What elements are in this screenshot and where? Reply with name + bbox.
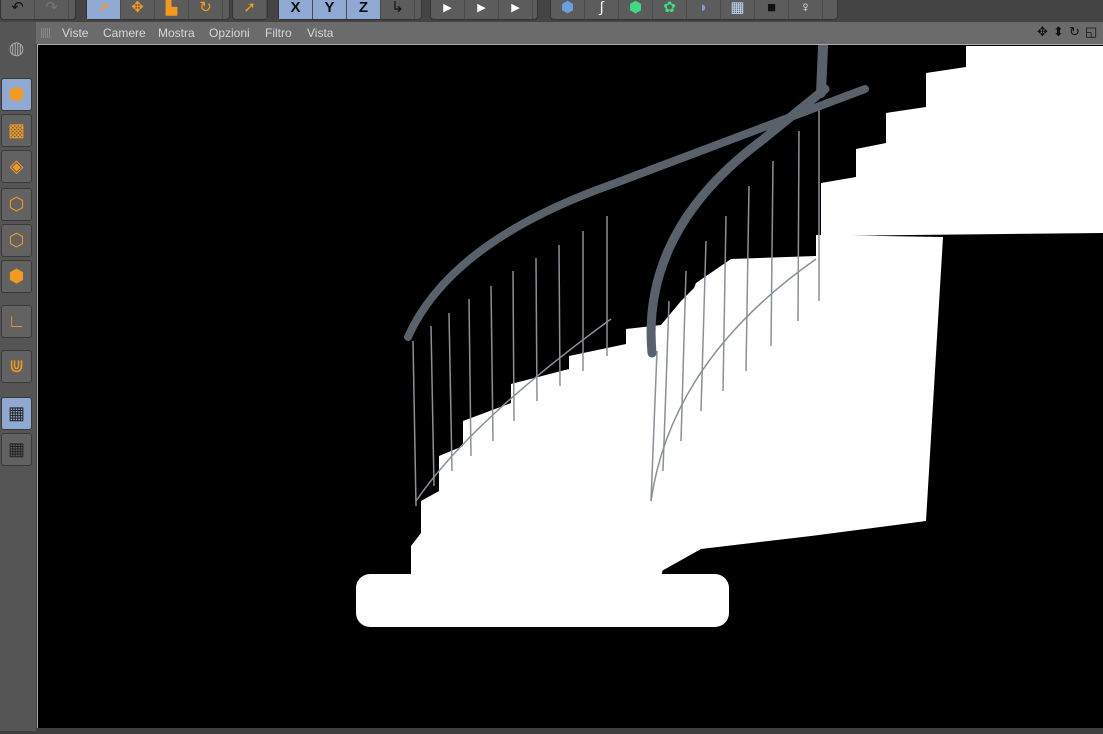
pan-icon[interactable]: ✥ xyxy=(1037,24,1048,40)
3d-viewport[interactable] xyxy=(37,42,1103,728)
undo-group: ↶ ↷ xyxy=(0,0,76,20)
coordinate-system-icon[interactable]: ↳ xyxy=(381,0,415,19)
light-icon[interactable]: ♀ xyxy=(789,0,823,19)
z-axis-lock-icon[interactable]: Z xyxy=(347,0,381,19)
objects-group: ⬢ ∫ ⬢ ✿ ◗ ▦ ■ ♀ xyxy=(550,0,838,20)
render-view-icon[interactable]: ▶ xyxy=(431,0,465,19)
nurbs-icon[interactable]: ⬢ xyxy=(619,0,653,19)
render-group: ▶ ▶ ▶ xyxy=(430,0,538,20)
y-axis-lock-icon[interactable]: Y xyxy=(313,0,347,19)
undo-icon[interactable]: ↶ xyxy=(1,0,35,19)
move-icon[interactable]: ✥ xyxy=(121,0,155,19)
menu-opzioni[interactable]: Opzioni xyxy=(209,26,250,40)
planar-workplane-icon[interactable]: ▦ xyxy=(1,433,32,466)
polygons-mode-icon[interactable]: ⬢ xyxy=(1,260,32,293)
curved-wall xyxy=(651,235,943,577)
workplane-mode-icon[interactable]: ◈ xyxy=(1,150,32,183)
live-select-icon[interactable]: ➚ xyxy=(87,0,121,19)
menu-viste[interactable]: Viste xyxy=(62,26,88,40)
last-tool-group: ➚ xyxy=(232,0,268,20)
zoom-dolly-icon[interactable]: ⬍ xyxy=(1053,24,1064,40)
floor-environment-icon[interactable]: ▦ xyxy=(721,0,755,19)
axis-group: X Y Z ↳ xyxy=(278,0,422,20)
camera-icon[interactable]: ■ xyxy=(755,0,789,19)
render-settings-icon[interactable]: ▶ xyxy=(499,0,533,19)
last-tool-icon[interactable]: ➚ xyxy=(233,0,267,19)
make-editable-icon[interactable]: ◍ xyxy=(1,32,32,65)
redo-icon[interactable]: ↷ xyxy=(35,0,69,19)
render-picture-viewer-icon[interactable]: ▶ xyxy=(465,0,499,19)
deformer-icon[interactable]: ◗ xyxy=(687,0,721,19)
rotate-icon[interactable]: ↻ xyxy=(189,0,223,19)
main-toolbar: ↶ ↷ ➚ ✥ ▙ ↻ ➚ X Y Z ↳ ▶ ▶ ▶ ⬢ ∫ ⬢ ✿ ◗ ▦ … xyxy=(0,0,1103,22)
model-mode-icon[interactable]: ⬢ xyxy=(1,78,32,111)
spline-pen-icon[interactable]: ∫ xyxy=(585,0,619,19)
snapping-icon[interactable]: ⋓ xyxy=(1,350,32,383)
tools-group: ➚ ✥ ▙ ↻ xyxy=(86,0,230,20)
drag-grip-icon[interactable] xyxy=(41,28,51,38)
orbit-icon[interactable]: ↻ xyxy=(1069,24,1080,40)
edges-mode-icon[interactable]: ⬡ xyxy=(1,224,32,257)
x-axis-lock-icon[interactable]: X xyxy=(279,0,313,19)
menu-camere[interactable]: Camere xyxy=(103,26,146,40)
bottom-landing xyxy=(356,574,729,627)
points-mode-icon[interactable]: ⬡ xyxy=(1,188,32,221)
staircase-render xyxy=(356,42,1103,627)
axis-mode-icon[interactable]: ∟ xyxy=(1,305,32,338)
mograph-cloner-icon[interactable]: ✿ xyxy=(653,0,687,19)
locked-workplane-icon[interactable]: ▦ xyxy=(1,397,32,430)
maximize-viewport-icon[interactable]: ◱ xyxy=(1085,24,1097,40)
viewport-menubar: Viste Camere Mostra Opzioni Filtro Vista… xyxy=(36,22,1103,44)
texture-mode-icon[interactable]: ▩ xyxy=(1,114,32,147)
scale-icon[interactable]: ▙ xyxy=(155,0,189,19)
mode-sidebar: ◍ ⬢ ▩ ◈ ⬡ ⬡ ⬢ ∟ ⋓ ▦ ▦ xyxy=(0,22,36,731)
upper-steps xyxy=(821,46,1103,236)
menu-vista[interactable]: Vista xyxy=(307,26,333,40)
menu-mostra[interactable]: Mostra xyxy=(158,26,195,40)
cube-primitive-icon[interactable]: ⬢ xyxy=(551,0,585,19)
menu-filtro[interactable]: Filtro xyxy=(265,26,292,40)
